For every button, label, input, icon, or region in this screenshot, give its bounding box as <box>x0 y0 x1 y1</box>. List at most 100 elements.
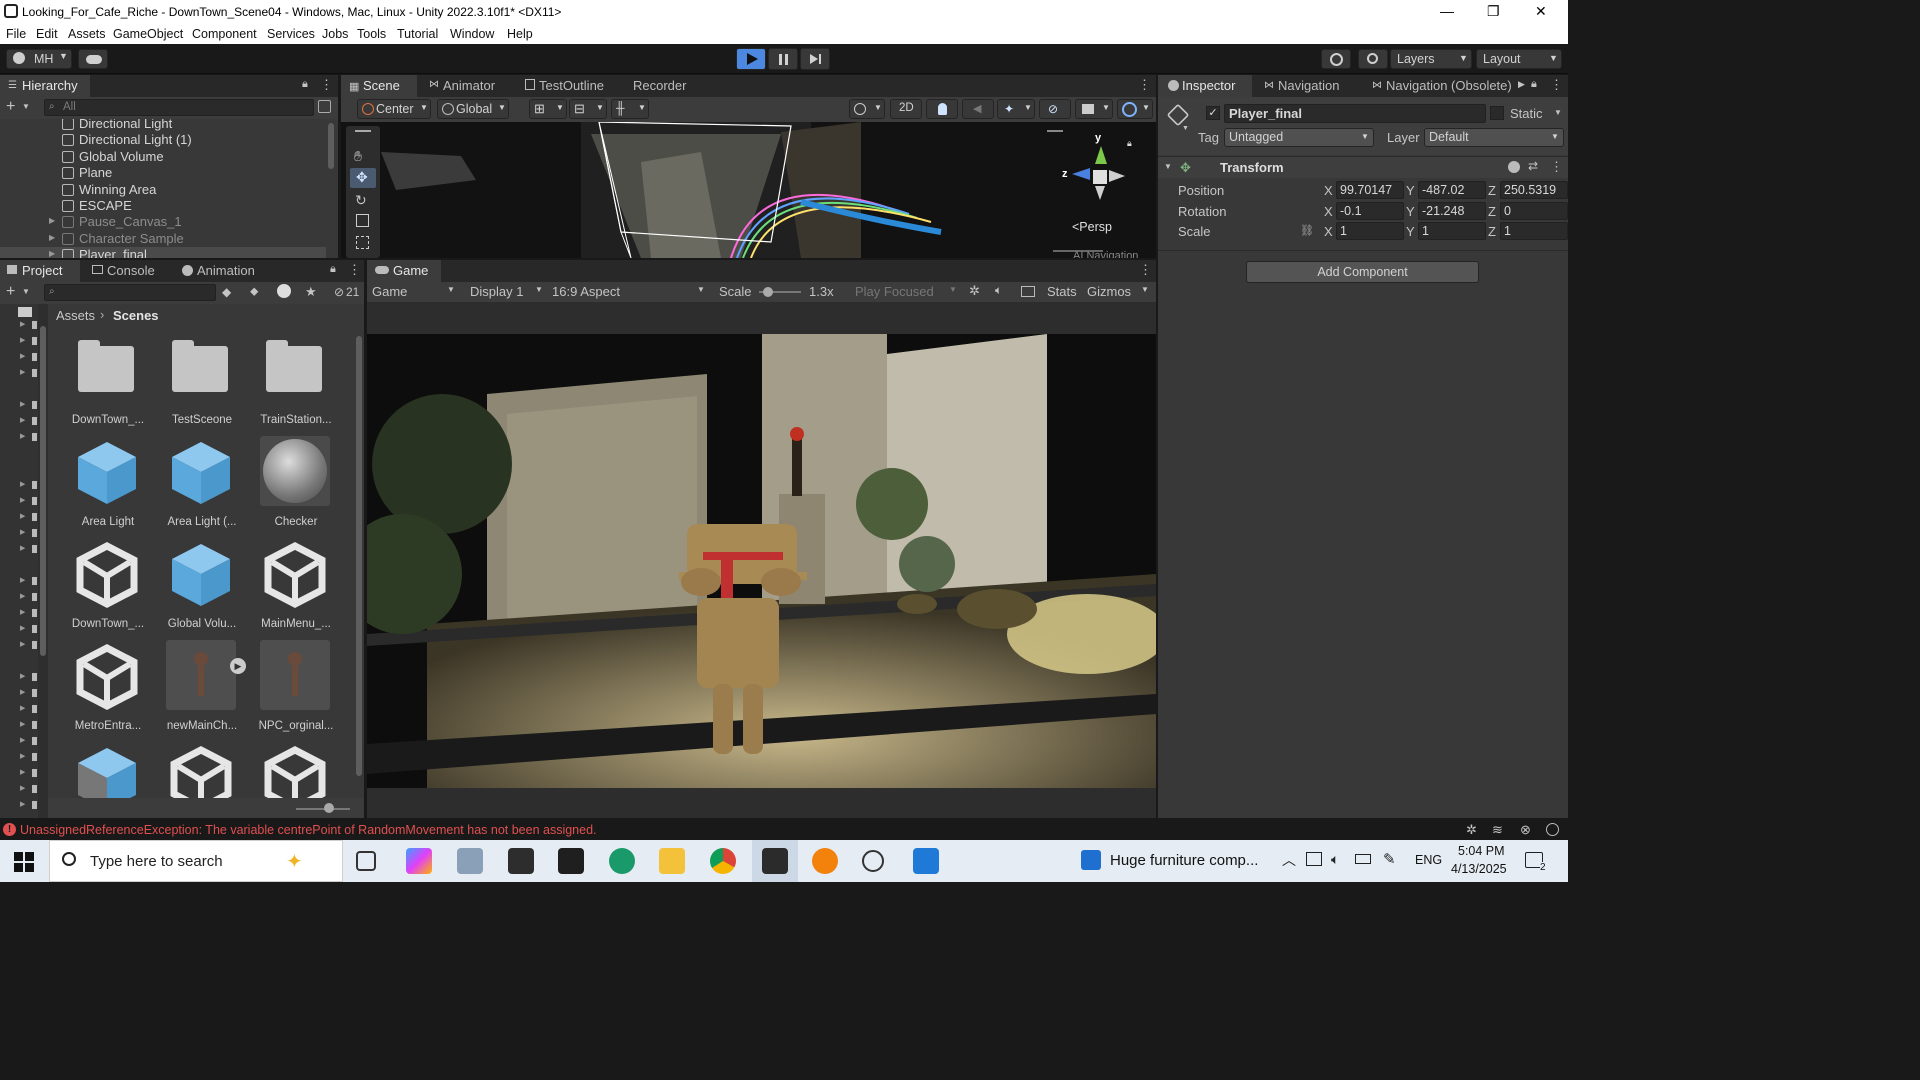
tree-expand-icon[interactable]: ▶ <box>20 672 28 680</box>
clock-date[interactable]: 4/13/2025 <box>1451 862 1507 876</box>
gizmos-toggle[interactable]: Gizmos ▼ <box>1083 282 1155 302</box>
folder-icon[interactable] <box>32 497 37 505</box>
hierarchy-item[interactable]: Global Volume <box>0 149 326 165</box>
folder-icon[interactable] <box>32 753 37 761</box>
asset-item[interactable]: Area Light <box>68 436 148 536</box>
pause-button[interactable] <box>768 48 798 70</box>
gizmo-z-axis[interactable] <box>1072 168 1090 180</box>
tree-expand-icon[interactable]: ▶ <box>20 608 28 616</box>
chevron-down-icon[interactable]: ▼ <box>1182 125 1189 132</box>
more-icon[interactable]: ⋮ <box>1550 77 1563 93</box>
breadcrumb-scenes[interactable]: Scenes <box>113 308 159 323</box>
folder-icon[interactable] <box>32 577 37 585</box>
star-icon[interactable]: ★ <box>305 284 317 300</box>
asset-scrollbar[interactable] <box>355 326 363 796</box>
folder-icon[interactable] <box>32 369 37 377</box>
folder-icon[interactable] <box>32 737 37 745</box>
tab-animation[interactable]: Animation <box>180 260 270 282</box>
tab-hierarchy[interactable]: ☰ Hierarchy <box>0 75 90 97</box>
tab-inspector[interactable]: Inspector <box>1158 75 1252 97</box>
tree-expand-icon[interactable]: ▶ <box>20 352 28 360</box>
chevron-down-icon[interactable]: ▼ <box>22 287 30 296</box>
news-headline[interactable]: Huge furniture comp... <box>1110 852 1258 869</box>
more-icon[interactable]: ⋮ <box>1139 262 1152 278</box>
folder-icon[interactable] <box>32 769 37 777</box>
tab-game[interactable]: Game <box>367 260 441 282</box>
close-button[interactable]: ✕ <box>1535 3 1547 20</box>
asset-item[interactable] <box>256 742 336 800</box>
device-icon[interactable] <box>1306 852 1322 866</box>
tree-expand-icon[interactable]: ▶ <box>20 320 28 328</box>
game-view-dropdown[interactable]: Game ▼ <box>367 282 459 302</box>
menu-window[interactable]: Window <box>450 27 494 41</box>
play-button[interactable] <box>736 48 766 70</box>
add-icon[interactable]: + <box>6 98 15 116</box>
asset-item[interactable]: Area Light (... <box>162 436 242 536</box>
active-checkbox[interactable]: ✓ <box>1206 106 1220 120</box>
presets-icon[interactable]: ⇄ <box>1528 159 1538 173</box>
tree-expand-icon[interactable]: ▶ <box>20 768 28 776</box>
folder-icon[interactable] <box>32 481 37 489</box>
tree-expand-icon[interactable]: ▶ <box>20 512 28 520</box>
step-button[interactable] <box>800 48 830 70</box>
tree-expand-icon[interactable]: ▶ <box>20 752 28 760</box>
tree-expand-icon[interactable]: ▶ <box>20 576 28 584</box>
more-icon[interactable]: ⋮ <box>348 262 361 278</box>
chevron-down-icon[interactable]: ▼ <box>1164 162 1172 171</box>
rect-tool-icon[interactable] <box>356 236 369 249</box>
volume-icon[interactable]: 🔈︎ <box>1331 851 1339 868</box>
audio-toggle[interactable]: ◀ <box>962 99 994 119</box>
tree-expand-icon[interactable]: ▶ <box>20 336 28 344</box>
hierarchy-scrollbar[interactable] <box>328 123 334 169</box>
lighting-toggle[interactable] <box>926 99 958 119</box>
news-icon[interactable] <box>1081 850 1101 870</box>
layer-dropdown[interactable]: Default ▼ <box>1424 128 1564 147</box>
github-desktop-icon[interactable] <box>862 850 884 872</box>
more-icon[interactable]: ⋮ <box>1550 159 1563 175</box>
static-checkbox[interactable] <box>1490 106 1504 120</box>
zoom-slider-track[interactable] <box>296 808 350 810</box>
folder-icon[interactable] <box>32 801 37 809</box>
check-icon[interactable] <box>1546 823 1559 836</box>
tree-expand-icon[interactable]: ▶ <box>20 544 28 552</box>
tree-expand-icon[interactable]: ▶ <box>20 624 28 632</box>
asset-item[interactable] <box>162 742 242 800</box>
tree-expand-icon[interactable]: ▶ <box>20 704 28 712</box>
tree-expand-icon[interactable]: ▶ <box>20 480 28 488</box>
asset-item[interactable]: MetroEntra... <box>68 640 148 740</box>
tab-project[interactable]: Project <box>0 260 80 282</box>
gizmos-dropdown[interactable]: ▼ <box>1117 99 1153 119</box>
tree-expand-icon[interactable]: ▶ <box>20 496 28 504</box>
lock-icon[interactable]: 🔒︎ <box>1531 78 1537 91</box>
add-component-button[interactable]: Add Component <box>1246 261 1479 283</box>
tree-expand-icon[interactable]: ▶ <box>20 592 28 600</box>
tree-expand-icon[interactable]: ▶ <box>20 528 28 536</box>
tree-expand-icon[interactable]: ▶ <box>20 400 28 408</box>
blender-icon[interactable] <box>812 848 838 874</box>
tree-expand-icon[interactable]: ▶ <box>20 800 28 808</box>
asset-item[interactable]: NPC_orginal... <box>256 640 336 740</box>
drag-handle[interactable] <box>355 130 371 132</box>
asset-item[interactable]: Checker <box>256 436 336 536</box>
asset-item[interactable]: DownTown_... <box>68 334 148 434</box>
tab-navigation-obsolete[interactable]: ⋈ Navigation (Obsolete) <box>1370 75 1528 97</box>
chevron-right-icon[interactable]: ▶ <box>1518 79 1525 90</box>
transform-scale-x-field[interactable]: 1 <box>1336 222 1404 240</box>
menu-tutorial[interactable]: Tutorial <box>397 27 438 41</box>
shading-mode-button[interactable]: ▼ <box>849 99 885 119</box>
language-indicator[interactable]: ENG <box>1415 853 1442 867</box>
menu-jobs[interactable]: Jobs <box>322 27 348 41</box>
camera-dropdown[interactable]: ▼ <box>1075 99 1113 119</box>
transform-position-y-field[interactable]: -487.02 <box>1418 181 1486 199</box>
lock-icon[interactable]: 🔒︎ <box>330 263 336 276</box>
more-icon[interactable]: ⋮ <box>1138 77 1151 93</box>
grid-snap-button[interactable]: ⊞ ▼ <box>529 99 567 119</box>
hierarchy-item[interactable]: Plane <box>0 165 326 181</box>
tree-expand-icon[interactable]: ▶ <box>20 688 28 696</box>
rotate-tool-icon[interactable]: ↻ <box>355 192 367 209</box>
expand-model-icon[interactable]: ▶ <box>230 658 246 674</box>
keyboard-icon[interactable] <box>1021 286 1035 297</box>
scene-viewport[interactable]: ✋︎ ✥ ↻ y z 🔒︎ <Persp AI Navigation <box>341 122 1156 258</box>
folder-icon[interactable] <box>32 721 37 729</box>
transform-rotation-y-field[interactable]: -21.248 <box>1418 201 1486 220</box>
